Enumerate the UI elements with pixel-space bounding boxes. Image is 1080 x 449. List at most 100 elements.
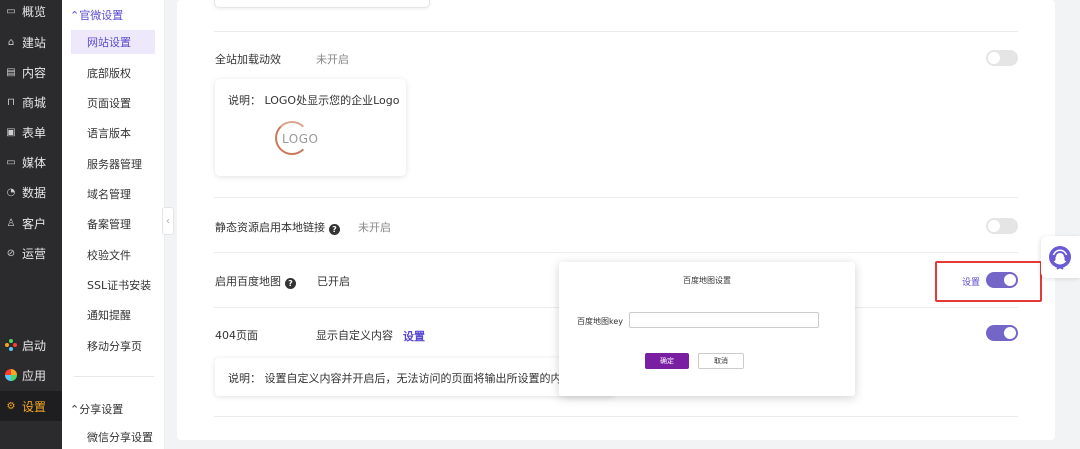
nav-item-content[interactable]: ▤ 内容 bbox=[0, 57, 62, 87]
page404-toggle[interactable] bbox=[986, 325, 1018, 341]
logo-note-card: 说明： LOGO处显示您的企业Logo LOGO bbox=[215, 79, 406, 176]
baidu-map-dialog: 百度地图设置 百度地图key 确定 取消 bbox=[559, 262, 855, 396]
help-icon[interactable]: ? bbox=[285, 278, 296, 289]
confirm-button[interactable]: 确定 bbox=[645, 353, 689, 369]
settings-submenu: ⌃官微设置 网站设置 底部版权 页面设置 语言版本 服务器管理 域名管理 备案管… bbox=[62, 0, 165, 449]
form-icon: ▣ bbox=[6, 126, 16, 138]
nav-item-apps[interactable]: 应用 bbox=[0, 360, 62, 390]
dialog-title: 百度地图设置 bbox=[683, 276, 731, 285]
submenu-group-share[interactable]: ⌃分享设置 bbox=[70, 401, 123, 417]
animation-status: 未开启 bbox=[316, 53, 349, 66]
row-divider bbox=[214, 197, 1018, 198]
row-divider bbox=[214, 416, 1018, 417]
baidu-map-label: 启用百度地图? bbox=[215, 273, 296, 289]
submenu-item-language[interactable]: 语言版本 bbox=[71, 121, 155, 145]
nav-item-form[interactable]: ▣ 表单 bbox=[0, 117, 62, 147]
page404-label: 404页面 bbox=[215, 329, 258, 342]
nav-label: 媒体 bbox=[22, 155, 47, 170]
logo-image: LOGO bbox=[275, 121, 319, 155]
baidu-map-key-label: 百度地图key bbox=[577, 317, 624, 326]
nav-label: 表单 bbox=[22, 125, 47, 140]
baidu-map-status: 已开启 bbox=[317, 275, 350, 288]
submenu-group-official[interactable]: ⌃官微设置 bbox=[70, 7, 123, 23]
page404-settings-link[interactable]: 设置 bbox=[403, 328, 425, 344]
chevron-left-icon: ‹ bbox=[166, 215, 170, 227]
baidu-map-label-text: 启用百度地图 bbox=[215, 275, 281, 288]
submenu-item-website-settings[interactable]: 网站设置 bbox=[71, 30, 155, 54]
overview-icon: ▭ bbox=[6, 5, 16, 17]
nav-item-operation[interactable]: ⊘ 运营 bbox=[0, 238, 62, 268]
nav-label: 数据 bbox=[22, 185, 47, 200]
launch-icon bbox=[5, 339, 17, 351]
customer-icon: ♙ bbox=[6, 217, 16, 229]
content-icon: ▤ bbox=[6, 66, 16, 78]
page404-note-box: 说明： 设置自定义内容并开启后，无法访问的页面将输出所设置的内容 bbox=[215, 358, 615, 396]
submenu-item-copyright[interactable]: 底部版权 bbox=[71, 61, 155, 85]
logo-text: LOGO bbox=[282, 132, 319, 146]
submenu-item-ssl[interactable]: SSL证书安装 bbox=[71, 273, 155, 297]
nav-item-overview[interactable]: ▭ 概览 bbox=[0, 0, 62, 26]
nav-label: 建站 bbox=[22, 35, 47, 50]
nav-item-customer[interactable]: ♙ 客户 bbox=[0, 208, 62, 238]
apps-icon bbox=[5, 369, 17, 381]
nav-item-data[interactable]: ◔ 数据 bbox=[0, 177, 62, 207]
submenu-item-verify-file[interactable]: 校验文件 bbox=[71, 243, 155, 267]
row-divider bbox=[214, 252, 1018, 253]
submenu-group-label: 分享设置 bbox=[79, 403, 124, 416]
submenu-item-icp[interactable]: 备案管理 bbox=[71, 212, 155, 236]
build-icon: ⌂ bbox=[7, 36, 15, 48]
cancel-button[interactable]: 取消 bbox=[698, 353, 744, 369]
animation-toggle[interactable] bbox=[986, 50, 1018, 66]
submenu-item-wechat-share[interactable]: 微信分享设置 bbox=[71, 425, 155, 449]
nav-item-media[interactable]: ▭ 媒体 bbox=[0, 147, 62, 177]
row-divider bbox=[214, 31, 1018, 32]
nav-label: 商城 bbox=[22, 95, 47, 110]
media-icon: ▭ bbox=[6, 156, 16, 168]
shop-icon: ⊓ bbox=[7, 96, 15, 108]
animation-label: 全站加载动效 bbox=[215, 53, 281, 66]
static-resource-label: 静态资源启用本地链接? bbox=[215, 219, 340, 235]
page404-status: 显示自定义内容 bbox=[316, 329, 393, 342]
nav-label: 设置 bbox=[22, 399, 47, 414]
nav-label: 运营 bbox=[22, 246, 47, 261]
static-resource-status: 未开启 bbox=[358, 221, 391, 234]
toggle-knob bbox=[988, 52, 1000, 64]
page404-note-text: 说明： 设置自定义内容并开启后，无法访问的页面将输出所设置的内容 bbox=[228, 372, 573, 385]
nav-label: 概览 bbox=[22, 4, 47, 19]
toggle-knob bbox=[988, 220, 1000, 232]
help-icon[interactable]: ? bbox=[329, 224, 340, 235]
operation-icon: ⊘ bbox=[6, 247, 16, 259]
baidu-map-settings-link[interactable]: 设置 bbox=[962, 275, 980, 288]
primary-nav: ▭ 概览 ⌂ 建站 ▤ 内容 ⊓ 商城 ▣ 表单 ▭ 媒体 ◔ 数据 ♙ 客户 ⊘ 运营 启动 应… bbox=[0, 0, 62, 449]
nav-label: 内容 bbox=[22, 65, 47, 80]
baidu-map-toggle[interactable] bbox=[986, 272, 1018, 288]
submenu-group-label: 官微设置 bbox=[79, 9, 124, 22]
nav-label: 应用 bbox=[22, 368, 47, 383]
submenu-item-server[interactable]: 服务器管理 bbox=[71, 152, 155, 176]
static-resource-toggle[interactable] bbox=[986, 218, 1018, 234]
baidu-map-key-input[interactable] bbox=[629, 312, 819, 328]
toggle-knob bbox=[1004, 327, 1016, 339]
nav-item-settings[interactable]: ⚙ 设置 bbox=[0, 391, 62, 421]
submenu-divider bbox=[74, 376, 154, 377]
submenu-item-mobile-share[interactable]: 移动分享页 bbox=[71, 334, 155, 358]
submenu-item-notification[interactable]: 通知提醒 bbox=[71, 303, 155, 327]
toggle-knob bbox=[1004, 274, 1016, 286]
nav-item-shop[interactable]: ⊓ 商城 bbox=[0, 87, 62, 117]
logo-note-text: 说明： LOGO处显示您的企业Logo bbox=[228, 94, 400, 107]
top-card-edge bbox=[214, 0, 430, 8]
nav-label: 启动 bbox=[22, 338, 47, 353]
collapse-sidebar-button[interactable]: ‹ bbox=[162, 207, 174, 235]
chevron-up-icon: ⌃ bbox=[70, 9, 80, 22]
headset-icon bbox=[1049, 246, 1071, 270]
chevron-up-icon: ⌃ bbox=[70, 403, 80, 416]
submenu-item-page-settings[interactable]: 页面设置 bbox=[71, 91, 155, 115]
nav-label: 客户 bbox=[22, 216, 47, 231]
settings-icon: ⚙ bbox=[6, 400, 16, 412]
static-resource-label-text: 静态资源启用本地链接 bbox=[215, 221, 325, 234]
submenu-item-domain[interactable]: 域名管理 bbox=[71, 182, 155, 206]
customer-service-button[interactable] bbox=[1041, 236, 1080, 278]
nav-item-launch[interactable]: 启动 bbox=[0, 330, 62, 360]
nav-item-build[interactable]: ⌂ 建站 bbox=[0, 27, 62, 57]
data-icon: ◔ bbox=[6, 186, 16, 198]
